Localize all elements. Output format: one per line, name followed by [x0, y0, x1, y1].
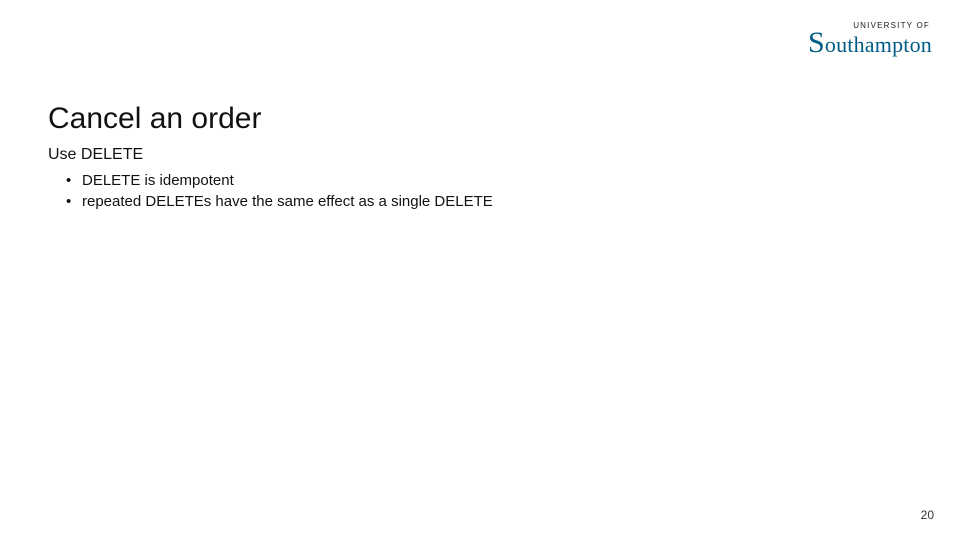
logo-initial: S: [808, 31, 825, 55]
logo-supertitle: UNIVERSITY OF: [808, 22, 932, 30]
slide: UNIVERSITY OF Southampton Cancel an orde…: [0, 0, 960, 540]
logo-rest: outhampton: [825, 34, 932, 56]
list-item: DELETE is idempotent: [82, 172, 493, 189]
university-logo: UNIVERSITY OF Southampton: [808, 22, 932, 56]
slide-body: Use DELETE DELETE is idempotent repeated…: [48, 146, 493, 214]
bullet-list: DELETE is idempotent repeated DELETEs ha…: [48, 172, 493, 210]
list-item: repeated DELETEs have the same effect as…: [82, 193, 493, 210]
logo-wordmark: Southampton: [808, 31, 932, 56]
page-number: 20: [921, 508, 934, 522]
body-lead: Use DELETE: [48, 146, 493, 164]
slide-title: Cancel an order: [48, 102, 261, 136]
